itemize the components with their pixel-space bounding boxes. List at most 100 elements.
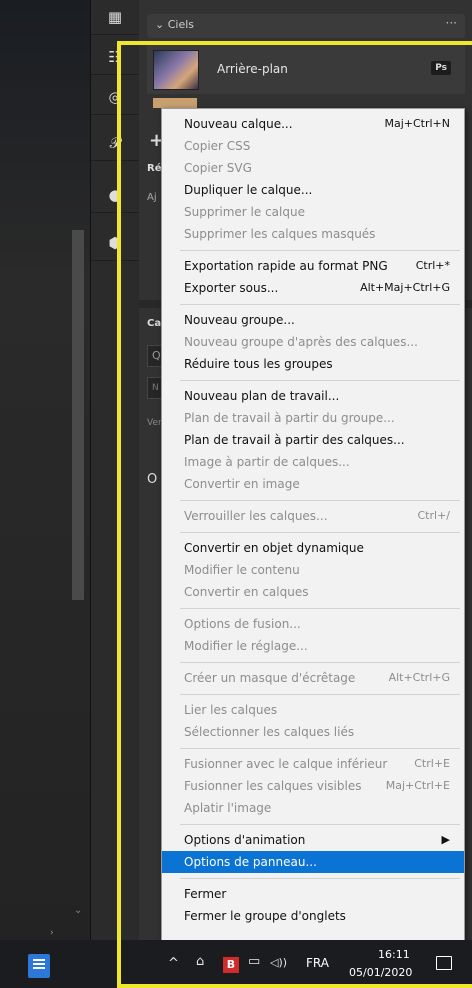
radio-icon[interactable]: ● bbox=[91, 178, 139, 213]
menu-item[interactable]: Options d'animation ▶ bbox=[162, 829, 464, 851]
menu-separator bbox=[180, 748, 460, 749]
menu-item-label: Convertir en objet dynamique bbox=[184, 541, 364, 555]
show-hidden-icons-icon[interactable]: ^ bbox=[168, 956, 179, 971]
menu-item[interactable]: Sélectionner les calques liés bbox=[162, 721, 464, 743]
menu-item[interactable]: Options de fusion... bbox=[162, 613, 464, 635]
menu-item-shortcut: Maj+Ctrl+E bbox=[385, 779, 450, 792]
notification-icon[interactable] bbox=[436, 956, 452, 970]
language-indicator[interactable]: FRA bbox=[306, 956, 329, 970]
section-label-re: Ré bbox=[147, 163, 162, 174]
menu-item[interactable]: Exporter sous... Alt+Maj+Ctrl+G bbox=[162, 277, 464, 299]
grid-icon[interactable]: ▦ bbox=[91, 0, 139, 35]
menu-item-label: Copier SVG bbox=[184, 161, 252, 175]
menu-item[interactable]: Supprimer le calque bbox=[162, 201, 464, 223]
panel-header[interactable]: ⌄ Ciels ··· bbox=[147, 14, 465, 38]
menu-item-label: Nouveau groupe d'après des calques... bbox=[184, 335, 418, 349]
menu-item[interactable]: Créer un masque d'écrêtage Alt+Ctrl+G bbox=[162, 667, 464, 689]
clock-time[interactable]: 16:11 bbox=[378, 948, 410, 961]
menu-item[interactable]: Convertir en image bbox=[162, 473, 464, 495]
menu-separator bbox=[180, 250, 460, 251]
menu-item-label: Nouveau calque... bbox=[184, 117, 293, 131]
menu-item[interactable]: Exportation rapide au format PNG Ctrl+* bbox=[162, 255, 464, 277]
menu-item-shortcut: Ctrl+* bbox=[415, 259, 450, 272]
menu-item-label: Sélectionner les calques liés bbox=[184, 725, 355, 739]
section-label-ca: Ca bbox=[147, 318, 162, 329]
menu-item[interactable]: Modifier le réglage... bbox=[162, 635, 464, 657]
eye-icon[interactable]: O bbox=[147, 472, 157, 487]
menu-item[interactable]: Image à partir de calques... bbox=[162, 451, 464, 473]
menu-item-label: Options de fusion... bbox=[184, 617, 301, 631]
section-label-aj: Aj bbox=[147, 192, 157, 203]
script-p-icon[interactable]: 𝒫 bbox=[91, 126, 139, 161]
menu-item[interactable]: Fermer bbox=[162, 883, 464, 905]
cube-icon[interactable]: ⬢ bbox=[91, 226, 139, 261]
layer-name: Arrière-plan bbox=[217, 62, 288, 76]
b-badge-icon[interactable]: B bbox=[223, 957, 239, 973]
menu-item[interactable]: Plan de travail à partir du groupe... bbox=[162, 407, 464, 429]
menu-item[interactable]: Nouveau groupe d'après des calques... bbox=[162, 331, 464, 353]
more-options-icon[interactable]: ··· bbox=[446, 16, 457, 30]
menu-item-label: Fusionner avec le calque inférieur bbox=[184, 757, 388, 771]
chevron-right-icon[interactable]: › bbox=[50, 928, 54, 938]
menu-item[interactable]: Réduire tous les groupes bbox=[162, 353, 464, 375]
volume-icon[interactable]: ◁)) bbox=[270, 956, 287, 969]
menu-item[interactable]: Fusionner les calques visibles Maj+Ctrl+E bbox=[162, 775, 464, 797]
menu-separator bbox=[180, 878, 460, 879]
menu-item-label: Convertir en calques bbox=[184, 585, 309, 599]
submenu-arrow-icon: ▶ bbox=[441, 833, 450, 846]
menu-item-label: Modifier le réglage... bbox=[184, 639, 308, 653]
menu-item[interactable]: Verrouiller les calques... Ctrl+/ bbox=[162, 505, 464, 527]
menu-item[interactable]: Nouveau plan de travail... bbox=[162, 385, 464, 407]
menu-item[interactable]: Convertir en objet dynamique bbox=[162, 537, 464, 559]
menu-item[interactable]: Lier les calques bbox=[162, 699, 464, 721]
panel-title-text: Ciels bbox=[167, 18, 195, 31]
menu-item[interactable]: Convertir en calques bbox=[162, 581, 464, 603]
menu-item-label: Aplatir l'image bbox=[184, 801, 272, 815]
ps-badge: Ps bbox=[431, 61, 451, 75]
panel-title: ⌄ Ciels bbox=[155, 18, 195, 31]
menu-separator bbox=[180, 532, 460, 533]
layer-row[interactable]: Arrière-plan Ps bbox=[147, 44, 465, 94]
menu-item-label: Convertir en image bbox=[184, 477, 300, 491]
clock-date[interactable]: 05/01/2020 bbox=[349, 966, 412, 979]
menu-item-label: Supprimer les calques masqués bbox=[184, 227, 376, 241]
menu-item[interactable]: Supprimer les calques masqués bbox=[162, 223, 464, 245]
lock-label: Ver bbox=[147, 418, 162, 428]
menu-item[interactable]: Dupliquer le calque... bbox=[162, 179, 464, 201]
menu-item-label: Modifier le contenu bbox=[184, 563, 300, 577]
chevron-down-icon[interactable]: ⌄ bbox=[74, 905, 82, 916]
menu-item-label: Plan de travail à partir du groupe... bbox=[184, 411, 395, 425]
brush-list-icon[interactable]: ☷ bbox=[91, 40, 139, 75]
menu-item-shortcut: Ctrl+/ bbox=[417, 509, 451, 522]
menu-item-label: Exporter sous... bbox=[184, 281, 279, 295]
document-app-icon[interactable] bbox=[28, 954, 50, 978]
target-icon[interactable]: ◎ bbox=[91, 80, 139, 115]
menu-item-shortcut: Maj+Ctrl+N bbox=[384, 117, 450, 130]
usb-icon[interactable]: ⌂ bbox=[196, 954, 204, 969]
menu-item-label: Fusionner les calques visibles bbox=[184, 779, 362, 793]
menu-item[interactable]: Copier SVG bbox=[162, 157, 464, 179]
menu-separator bbox=[180, 662, 460, 663]
menu-item[interactable]: Fermer le groupe d'onglets bbox=[162, 905, 464, 927]
network-icon[interactable]: ▭ bbox=[248, 954, 260, 969]
tool-strip: ▦ ☷ ◎ 𝒫 ● ⬢ bbox=[90, 0, 140, 940]
menu-item-label: Exportation rapide au format PNG bbox=[184, 259, 388, 273]
menu-item-label: Fermer le groupe d'onglets bbox=[184, 909, 346, 923]
menu-item[interactable]: Modifier le contenu bbox=[162, 559, 464, 581]
menu-separator bbox=[180, 500, 460, 501]
menu-separator bbox=[180, 694, 460, 695]
taskbar: ^ ⌂ B ▭ ◁)) FRA 16:11 05/01/2020 bbox=[0, 940, 472, 987]
menu-item-shortcut: Alt+Ctrl+G bbox=[388, 671, 450, 684]
menu-item[interactable]: Copier CSS bbox=[162, 135, 464, 157]
menu-item[interactable]: Fusionner avec le calque inférieur Ctrl+E bbox=[162, 753, 464, 775]
menu-item-label: Copier CSS bbox=[184, 139, 251, 153]
layer-thumbnail-2 bbox=[153, 98, 197, 108]
menu-item[interactable]: Nouveau groupe... bbox=[162, 309, 464, 331]
menu-item[interactable]: Aplatir l'image bbox=[162, 797, 464, 819]
menu-item[interactable]: Plan de travail à partir des calques... bbox=[162, 429, 464, 451]
left-scrollbar[interactable] bbox=[72, 230, 84, 600]
menu-item-label: Supprimer le calque bbox=[184, 205, 305, 219]
menu-item[interactable]: Options de panneau... bbox=[162, 851, 464, 873]
menu-separator bbox=[180, 380, 460, 381]
menu-item[interactable]: Nouveau calque... Maj+Ctrl+N bbox=[162, 113, 464, 135]
